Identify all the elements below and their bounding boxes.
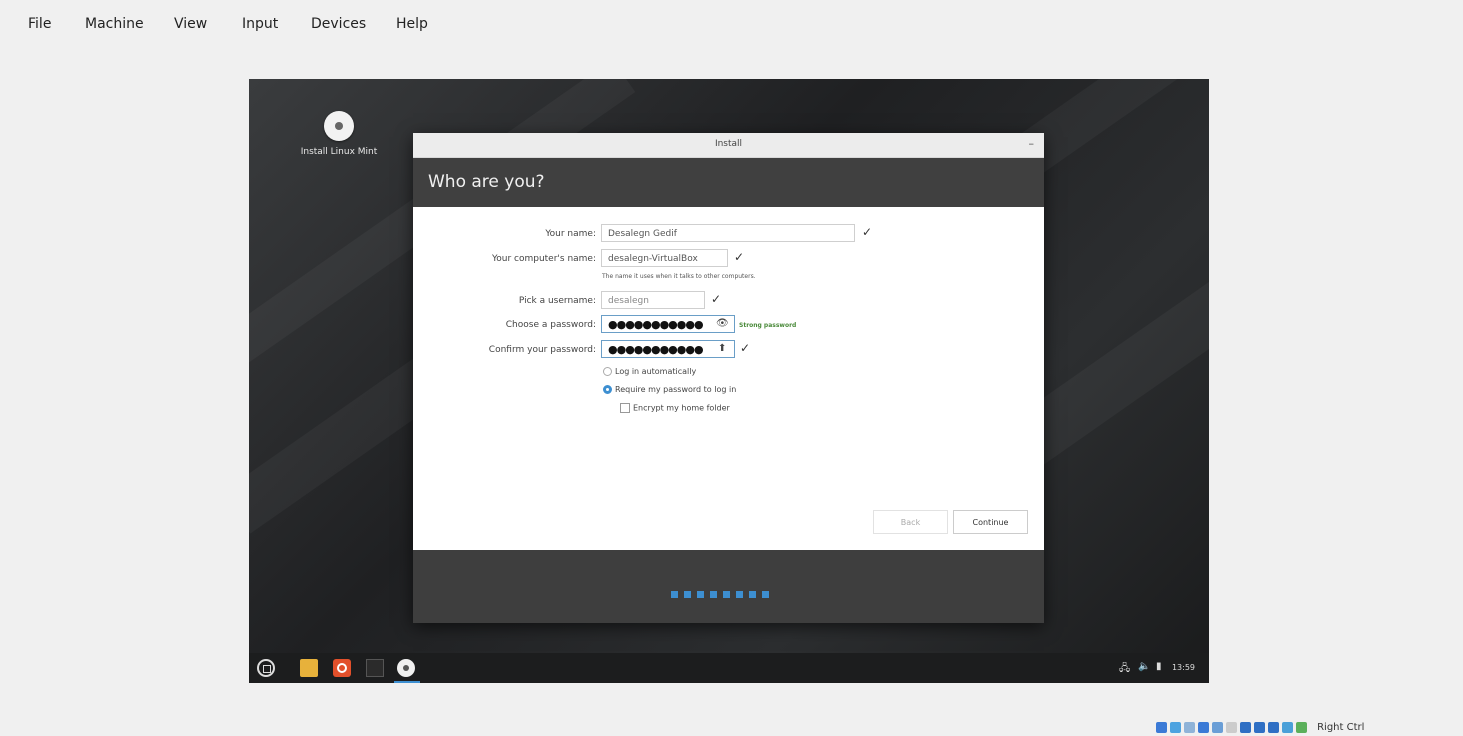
progress-step-dot (697, 591, 704, 598)
files-folder-icon[interactable] (300, 659, 318, 677)
desktop-icon-label: Install Linux Mint (300, 147, 378, 157)
password-label: Choose a password: (505, 320, 596, 330)
status-device-icon[interactable] (1198, 722, 1209, 733)
computer-name-hint: The name it uses when it talks to other … (602, 273, 756, 280)
installer-taskbar-icon[interactable] (397, 659, 415, 677)
login-automatically-label: Log in automatically (615, 367, 697, 376)
login-automatically-radio[interactable] (603, 367, 612, 376)
menu-help[interactable]: Help (396, 16, 428, 32)
your-name-label: Your name: (545, 229, 596, 239)
volume-icon[interactable]: 🔈 (1138, 661, 1150, 672)
password-input[interactable]: ●●●●●●●●●●● (601, 315, 735, 333)
require-password-option[interactable]: Require my password to log in (603, 385, 736, 394)
host-menu-bar: File Machine View Input Devices Help (0, 0, 1463, 50)
network-icon[interactable]: 🖧 (1119, 661, 1130, 678)
status-device-icon[interactable] (1170, 722, 1181, 733)
terminal-icon[interactable] (366, 659, 384, 677)
progress-step-dot (710, 591, 717, 598)
require-password-radio[interactable] (603, 385, 612, 394)
user-form: Your name: Desalegn Gedif ✓ Your compute… (413, 207, 1044, 548)
mint-menu-icon[interactable] (257, 659, 275, 677)
window-titlebar[interactable]: Install – (413, 133, 1044, 158)
progress-step-dot (749, 591, 756, 598)
progress-steps (671, 583, 775, 602)
install-linux-mint-desktop-icon[interactable]: Install Linux Mint (291, 111, 387, 157)
active-window-indicator (394, 681, 420, 683)
caps-lock-icon: ⬆ (718, 343, 727, 354)
progress-footer (413, 550, 1044, 623)
your-name-check-icon: ✓ (862, 225, 873, 239)
encrypt-home-checkbox[interactable] (620, 403, 630, 413)
username-check-icon: ✓ (711, 292, 722, 306)
progress-step-dot (684, 591, 691, 598)
computer-name-input[interactable]: desalegn-VirtualBox (601, 249, 728, 267)
password-strength-label: Strong password (739, 322, 797, 329)
menu-devices[interactable]: Devices (311, 16, 366, 32)
encrypt-home-label: Encrypt my home folder (633, 403, 730, 413)
progress-step-dot (671, 591, 678, 598)
encrypt-home-option[interactable]: Encrypt my home folder (620, 403, 730, 413)
page-heading: Who are you? (413, 158, 1044, 207)
update-manager-icon[interactable] (333, 659, 351, 677)
show-password-eye-icon[interactable]: 👁 (716, 318, 729, 329)
host-key-label: Right Ctrl (1317, 722, 1365, 733)
your-name-input[interactable]: Desalegn Gedif (601, 224, 855, 242)
status-device-icon[interactable] (1240, 722, 1251, 733)
back-button[interactable]: Back (873, 510, 948, 534)
window-title: Install (714, 139, 743, 149)
menu-machine[interactable]: Machine (85, 16, 144, 32)
username-label: Pick a username: (518, 296, 596, 306)
progress-step-dot (736, 591, 743, 598)
disc-icon (324, 111, 354, 141)
menu-input[interactable]: Input (242, 16, 278, 32)
computer-name-label: Your computer's name: (491, 254, 596, 264)
status-device-icon[interactable] (1212, 722, 1223, 733)
status-device-icon[interactable] (1254, 722, 1265, 733)
computer-name-check-icon: ✓ (734, 250, 745, 264)
menu-view[interactable]: View (174, 16, 207, 32)
confirm-password-label: Confirm your password: (488, 345, 596, 355)
confirm-password-check-icon: ✓ (740, 341, 751, 355)
continue-button[interactable]: Continue (953, 510, 1028, 534)
progress-step-dot (762, 591, 769, 598)
status-device-icon[interactable] (1268, 722, 1279, 733)
clock[interactable]: 13:59 (1172, 663, 1195, 672)
username-input[interactable]: desalegn (601, 291, 705, 309)
status-device-icon[interactable] (1184, 722, 1195, 733)
host-status-bar: Right Ctrl (1156, 717, 1364, 733)
login-automatically-option[interactable]: Log in automatically (603, 367, 696, 376)
minimize-button[interactable]: – (1029, 137, 1035, 150)
confirm-password-input[interactable]: ●●●●●●●●●●● (601, 340, 735, 358)
guest-taskbar: 🖧 🔈 ▮ 13:59 (249, 653, 1209, 683)
menu-file[interactable]: File (28, 16, 51, 32)
battery-icon[interactable]: ▮ (1156, 661, 1162, 672)
installer-window: Install – Who are you? Your name: Desale… (413, 133, 1044, 623)
progress-step-dot (723, 591, 730, 598)
require-password-label: Require my password to log in (615, 385, 737, 394)
status-device-icon[interactable] (1282, 722, 1293, 733)
status-icons (1156, 717, 1310, 736)
status-device-icon[interactable] (1226, 722, 1237, 733)
guest-screen: Install Linux Mint Install – Who are you… (249, 79, 1209, 683)
status-device-icon[interactable] (1156, 722, 1167, 733)
status-device-icon[interactable] (1296, 722, 1307, 733)
